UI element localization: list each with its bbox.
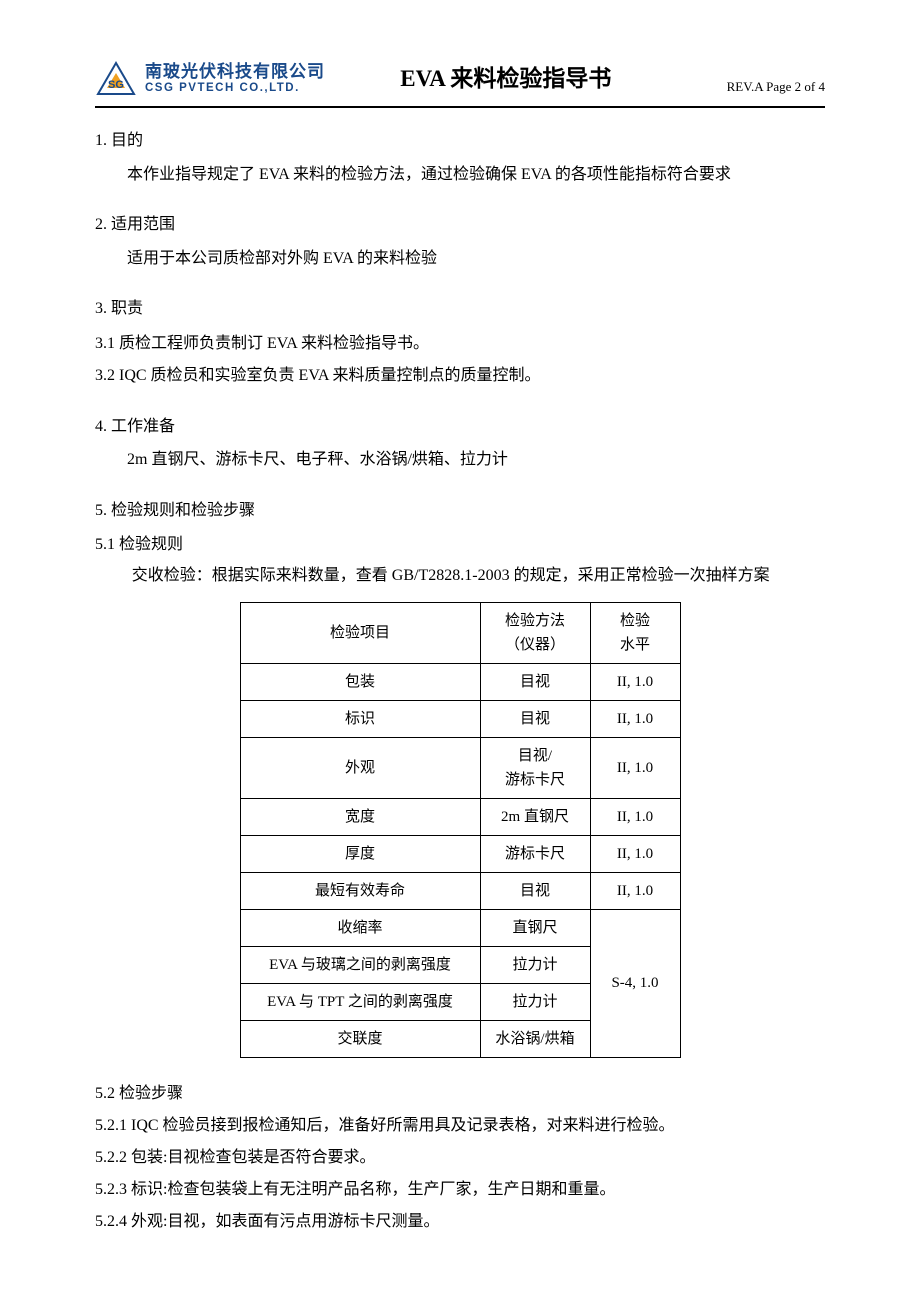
cell-item: 厚度 bbox=[240, 835, 480, 872]
section-purpose: 1. 目的 本作业指导规定了 EVA 来料的检验方法，通过检验确保 EVA 的各… bbox=[95, 128, 825, 190]
sub-heading: 5.1 检验规则 bbox=[95, 529, 825, 561]
th-method: 检验方法 （仪器） bbox=[480, 602, 590, 663]
cell-method: 目视/ 游标卡尺 bbox=[480, 737, 590, 798]
inspection-table: 检验项目 检验方法 （仪器） 检验 水平 包装 目视 II, 1.0 bbox=[240, 602, 681, 1058]
page-header: SG 南玻光伏科技有限公司 CSG PVTECH CO.,LTD. EVA 来料… bbox=[95, 60, 825, 108]
table-row: 外观 目视/ 游标卡尺 II, 1.0 bbox=[240, 737, 680, 798]
cell-method: 目视 bbox=[480, 663, 590, 700]
cell-item: 包装 bbox=[240, 663, 480, 700]
step-item: 5.2.4 外观:目视，如表面有污点用游标卡尺测量。 bbox=[95, 1206, 825, 1238]
table-row: 厚度 游标卡尺 II, 1.0 bbox=[240, 835, 680, 872]
document-title: EVA 来料检验指导书 bbox=[400, 61, 611, 98]
cell-method: 拉力计 bbox=[480, 983, 590, 1020]
sub-item: 3.1 质检工程师负责制订 EVA 来料检验指导书。 bbox=[95, 328, 825, 360]
step-item: 5.2.2 包装:目视检查包装是否符合要求。 bbox=[95, 1142, 825, 1174]
step-item: 5.2.3 标识:检查包装袋上有无注明产品名称，生产厂家，生产日期和重量。 bbox=[95, 1174, 825, 1206]
table-row: 收缩率 直钢尺 S-4, 1.0 bbox=[240, 909, 680, 946]
step-item: 5.2.1 IQC 检验员接到报检通知后，准备好所需用具及记录表格，对来料进行检… bbox=[95, 1110, 825, 1142]
table-header-row: 检验项目 检验方法 （仪器） 检验 水平 bbox=[240, 602, 680, 663]
cell-method: 拉力计 bbox=[480, 946, 590, 983]
cell-level: II, 1.0 bbox=[590, 798, 680, 835]
cell-item: 标识 bbox=[240, 700, 480, 737]
section-responsibility: 3. 职责 3.1 质检工程师负责制订 EVA 来料检验指导书。 3.2 IQC… bbox=[95, 296, 825, 392]
cell-method: 目视 bbox=[480, 700, 590, 737]
table-row: 标识 目视 II, 1.0 bbox=[240, 700, 680, 737]
cell-item: EVA 与 TPT 之间的剥离强度 bbox=[240, 983, 480, 1020]
section-preparation: 4. 工作准备 2m 直钢尺、游标卡尺、电子秤、水浴锅/烘箱、拉力计 bbox=[95, 414, 825, 476]
page: SG 南玻光伏科技有限公司 CSG PVTECH CO.,LTD. EVA 来料… bbox=[0, 0, 920, 1284]
table-row: 宽度 2m 直钢尺 II, 1.0 bbox=[240, 798, 680, 835]
table-row: 包装 目视 II, 1.0 bbox=[240, 663, 680, 700]
cell-item: 交联度 bbox=[240, 1020, 480, 1057]
company-name-cn: 南玻光伏科技有限公司 bbox=[145, 62, 325, 82]
section-heading: 1. 目的 bbox=[95, 128, 825, 154]
cell-item: 宽度 bbox=[240, 798, 480, 835]
cell-level: II, 1.0 bbox=[590, 872, 680, 909]
svg-text:SG: SG bbox=[108, 79, 124, 91]
section-body: 2m 直钢尺、游标卡尺、电子秤、水浴锅/烘箱、拉力计 bbox=[95, 445, 825, 475]
cell-level: II, 1.0 bbox=[590, 737, 680, 798]
section-body: 适用于本公司质检部对外购 EVA 的来料检验 bbox=[95, 244, 825, 274]
cell-level: II, 1.0 bbox=[590, 663, 680, 700]
cell-method: 游标卡尺 bbox=[480, 835, 590, 872]
cell-item: EVA 与玻璃之间的剥离强度 bbox=[240, 946, 480, 983]
cell-method: 2m 直钢尺 bbox=[480, 798, 590, 835]
cell-item: 外观 bbox=[240, 737, 480, 798]
section-heading: 4. 工作准备 bbox=[95, 414, 825, 440]
cell-item: 最短有效寿命 bbox=[240, 872, 480, 909]
page-info: REV.A Page 2 of 4 bbox=[727, 77, 825, 98]
inspection-note: 交收检验：根据实际来料数量，查看 GB/T2828.1-2003 的规定，采用正… bbox=[132, 561, 825, 591]
cell-method: 目视 bbox=[480, 872, 590, 909]
section-scope: 2. 适用范围 适用于本公司质检部对外购 EVA 的来料检验 bbox=[95, 212, 825, 274]
company-logo-icon: SG bbox=[95, 60, 137, 98]
cell-level: II, 1.0 bbox=[590, 835, 680, 872]
table-row: 最短有效寿命 目视 II, 1.0 bbox=[240, 872, 680, 909]
company-name-en: CSG PVTECH CO.,LTD. bbox=[145, 82, 325, 96]
logo-block: SG 南玻光伏科技有限公司 CSG PVTECH CO.,LTD. bbox=[95, 60, 325, 98]
section-body: 本作业指导规定了 EVA 来料的检验方法，通过检验确保 EVA 的各项性能指标符… bbox=[95, 160, 825, 190]
sub-heading: 5.2 检验步骤 bbox=[95, 1078, 825, 1110]
section-heading: 3. 职责 bbox=[95, 296, 825, 322]
sub-item: 3.2 IQC 质检员和实验室负责 EVA 来料质量控制点的质量控制。 bbox=[95, 360, 825, 392]
section-heading: 2. 适用范围 bbox=[95, 212, 825, 238]
company-name: 南玻光伏科技有限公司 CSG PVTECH CO.,LTD. bbox=[145, 62, 325, 96]
th-item: 检验项目 bbox=[240, 602, 480, 663]
cell-method: 水浴锅/烘箱 bbox=[480, 1020, 590, 1057]
cell-level-merged: S-4, 1.0 bbox=[590, 909, 680, 1057]
cell-level: II, 1.0 bbox=[590, 700, 680, 737]
section-rules-steps: 5. 检验规则和检验步骤 5.1 检验规则 交收检验：根据实际来料数量，查看 G… bbox=[95, 498, 825, 1238]
th-level: 检验 水平 bbox=[590, 602, 680, 663]
cell-item: 收缩率 bbox=[240, 909, 480, 946]
section-heading: 5. 检验规则和检验步骤 bbox=[95, 498, 825, 524]
cell-method: 直钢尺 bbox=[480, 909, 590, 946]
